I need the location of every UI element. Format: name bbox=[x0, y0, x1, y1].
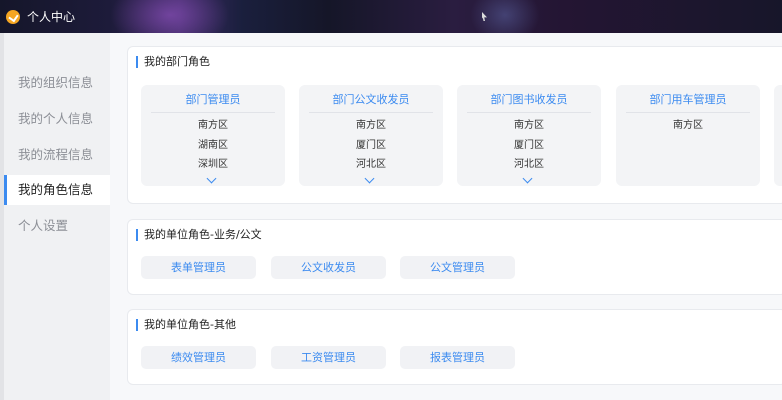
region-item: 南方区 bbox=[356, 120, 386, 131]
region-item: 河北区 bbox=[356, 159, 386, 170]
chevron-down-icon[interactable] bbox=[522, 173, 533, 184]
window-title: 个人中心 bbox=[27, 10, 76, 24]
unit-business-roles-panel: 我的单位角色-业务/公文 表单管理员 公文收发员 公文管理员 bbox=[127, 219, 782, 295]
section-title: 我的单位角色-其他 bbox=[136, 319, 236, 331]
divider bbox=[626, 112, 750, 113]
role-pill-doc-admin[interactable]: 公文管理员 bbox=[400, 256, 515, 279]
role-card-title: 部门图书收发员 bbox=[490, 93, 568, 106]
role-card-doc-clerk[interactable]: 部门公文收发员 南方区 厦门区 河北区 bbox=[299, 85, 443, 186]
region-item: 深圳区 bbox=[198, 159, 228, 170]
title-bar-art bbox=[110, 0, 230, 33]
region-item: 河北区 bbox=[514, 159, 544, 170]
section-title: 我的单位角色-业务/公文 bbox=[136, 229, 262, 241]
role-card-title: 部门公文收发员 bbox=[332, 93, 410, 106]
region-item: 南方区 bbox=[198, 120, 228, 131]
region-item: 厦门区 bbox=[356, 140, 386, 151]
region-item: 湖南区 bbox=[198, 140, 228, 151]
main-content: 我的部门角色 部门管理员 南方区 湖南区 深圳区 部门公文收发员 南方区 厦门区… bbox=[110, 33, 782, 400]
divider bbox=[309, 112, 433, 113]
unit-other-roles-panel: 我的单位角色-其他 绩效管理员 工资管理员 报表管理员 bbox=[127, 309, 782, 385]
divider bbox=[467, 112, 591, 113]
role-pill-payroll-admin[interactable]: 工资管理员 bbox=[271, 346, 386, 369]
chevron-down-icon[interactable] bbox=[206, 173, 217, 184]
role-pill-doc-clerk[interactable]: 公文收发员 bbox=[271, 256, 386, 279]
region-item: 南方区 bbox=[514, 120, 544, 131]
chevron-down-icon[interactable] bbox=[364, 173, 375, 184]
section-title: 我的部门角色 bbox=[136, 56, 210, 68]
role-card-title: 部门用车管理员 bbox=[649, 93, 727, 106]
sidebar-item-personal-info[interactable]: 我的个人信息 bbox=[4, 104, 110, 134]
region-item: 南方区 bbox=[673, 120, 703, 131]
sidebar-item-settings[interactable]: 个人设置 bbox=[4, 211, 110, 241]
role-card-title: 部门管理员 bbox=[185, 93, 241, 106]
role-pill-report-admin[interactable]: 报表管理员 bbox=[400, 346, 515, 369]
sidebar-item-process-info[interactable]: 我的流程信息 bbox=[4, 140, 110, 170]
title-bar: 个人中心 bbox=[0, 0, 782, 33]
role-card-book-clerk[interactable]: 部门图书收发员 南方区 厦门区 河北区 bbox=[457, 85, 601, 186]
divider bbox=[151, 112, 275, 113]
title-bar-art-secondary bbox=[470, 0, 540, 33]
region-item: 厦门区 bbox=[514, 140, 544, 151]
app-logo-icon bbox=[6, 10, 20, 24]
role-card-dept-admin[interactable]: 部门管理员 南方区 湖南区 深圳区 bbox=[141, 85, 285, 186]
role-card-vehicle-admin[interactable]: 部门用车管理员 南方区 bbox=[616, 85, 760, 186]
role-pill-performance-admin[interactable]: 绩效管理员 bbox=[141, 346, 256, 369]
sidebar-item-role-info[interactable]: 我的角色信息 bbox=[4, 175, 110, 205]
sidebar: 我的组织信息 我的个人信息 我的流程信息 我的角色信息 个人设置 bbox=[0, 33, 110, 400]
role-card-partial[interactable] bbox=[774, 85, 782, 186]
dept-roles-panel: 我的部门角色 部门管理员 南方区 湖南区 深圳区 部门公文收发员 南方区 厦门区… bbox=[127, 46, 782, 204]
role-pill-form-admin[interactable]: 表单管理员 bbox=[141, 256, 256, 279]
sidebar-item-org-info[interactable]: 我的组织信息 bbox=[4, 68, 110, 98]
